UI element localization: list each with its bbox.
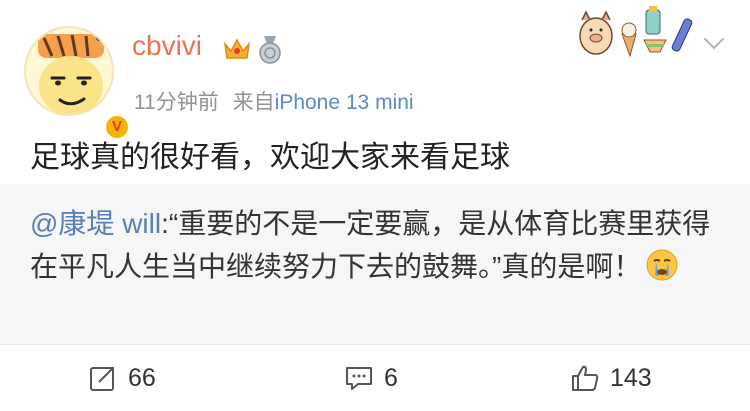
repost-count: 66 (128, 363, 156, 392)
action-bar: 66 6 143 (0, 344, 750, 411)
chevron-down-icon[interactable] (702, 34, 726, 52)
source-device[interactable]: iPhone 13 mini (275, 91, 414, 114)
crown-icon[interactable] (222, 36, 252, 62)
like-count: 143 (610, 363, 652, 392)
retweet-mention[interactable]: @康堤 will (30, 208, 161, 239)
like-button[interactable]: 143 (570, 361, 652, 395)
comment-icon (346, 367, 372, 390)
decoration-sticker (579, 6, 693, 58)
post-meta: 11分钟前 来自iPhone 13 mini (134, 86, 414, 116)
source-prefix: 来自 (232, 91, 275, 114)
avatar-cartoon-face (24, 26, 114, 116)
avatar[interactable]: V (24, 26, 130, 140)
retweet-block[interactable]: @康堤 will:“重要的不是一定要赢，是从体育比赛里获得在平凡人生当中继续努力… (0, 184, 750, 344)
comment-button[interactable]: 6 (344, 361, 398, 395)
like-icon (572, 365, 599, 391)
weibo-post-card: V cbvivi 11分钟前 来自iPhone 13 mini 足球真的很好看，… (0, 0, 750, 411)
repost-icon (90, 367, 114, 391)
post-text: 足球真的很好看，欢迎大家来看足球 (30, 141, 510, 174)
post-time: 11分钟前 (134, 91, 219, 114)
medal-icon[interactable] (258, 36, 282, 64)
retweet-text-container: @康堤 will:“重要的不是一定要赢，是从体育比赛里获得在平凡人生当中继续努力… (30, 202, 730, 288)
repost-button[interactable]: 66 (88, 361, 156, 395)
username[interactable]: cbvivi (132, 30, 202, 62)
crying-emoji-icon (646, 249, 678, 281)
comment-count: 6 (384, 363, 398, 392)
